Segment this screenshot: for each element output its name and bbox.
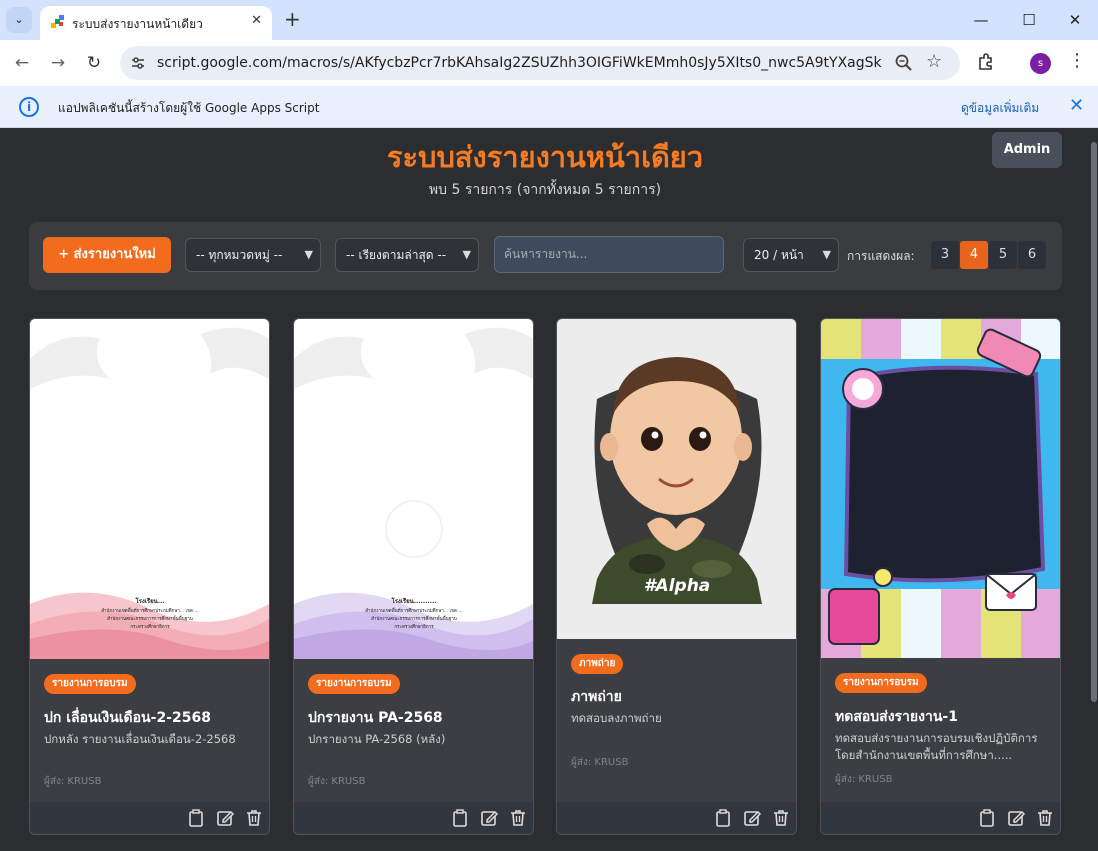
apps-script-info-bar: i แอปพลิเคชันนี้สร้างโดยผู้ใช้ Google Ap… — [0, 86, 1098, 128]
chevron-down-icon: ▼ — [462, 248, 471, 261]
info-bar-text: แอปพลิเคชันนี้สร้างโดยผู้ใช้ Google Apps… — [58, 101, 320, 115]
column-option-3[interactable]: 3 — [931, 241, 959, 269]
search-input[interactable]: ค้นหารายงาน... — [494, 236, 724, 273]
tab-title: ระบบส่งรายงานหน้าเดียว — [72, 17, 203, 31]
site-settings-icon[interactable] — [130, 55, 146, 71]
profile-avatar[interactable]: s — [1030, 53, 1051, 74]
new-report-button[interactable]: + ส่งรายงานใหม่ — [43, 237, 171, 273]
category-select-value: -- ทุกหมวดหมู่ -- — [196, 248, 283, 262]
edit-icon[interactable] — [479, 808, 499, 828]
browser-tab[interactable]: ระบบส่งรายงานหน้าเดียว ✕ — [40, 6, 272, 40]
edit-icon[interactable] — [742, 808, 762, 828]
extensions-puzzle-icon[interactable] — [976, 52, 996, 72]
info-bar-close-icon[interactable]: ✕ — [1069, 95, 1084, 116]
card-sender: ผู้ส่ง: KRUSB — [44, 776, 102, 787]
cover-school-line: โรงเรียน... — [134, 597, 164, 605]
delete-trash-icon[interactable] — [1035, 808, 1055, 828]
card-sender: ผู้ส่ง: KRUSB — [835, 774, 893, 785]
card-description: ทดสอบลงภาพถ่าย — [571, 711, 662, 725]
admin-button[interactable]: Admin — [992, 132, 1062, 168]
copy-icon[interactable] — [977, 808, 997, 828]
delete-trash-icon[interactable] — [244, 808, 264, 828]
report-photo-thumbnail[interactable]: #Alpha — [557, 319, 796, 639]
column-option-6[interactable]: 6 — [1018, 241, 1046, 269]
cover-school-line: โรงเรียน.......... — [390, 597, 436, 605]
cover-district-line: สำนักงานเขตพื้นที่การศึกษาประถมศึกษา... … — [101, 607, 199, 614]
cover-ministry-line: กระทรวงศึกษาธิการ — [394, 624, 434, 630]
window-minimize-icon[interactable]: — — [958, 8, 1004, 32]
sort-select[interactable]: -- เรียงตามล่าสุด -- ▼ — [335, 238, 479, 272]
column-option-4[interactable]: 4 — [960, 241, 988, 269]
card-description: ทดสอบส่งรายงานการอบรมเชิงปฏิบัติการ โดยส… — [835, 731, 1038, 762]
report-card[interactable]: โรงเรียน... สำนักงานเขตพื้นที่การศึกษาปร… — [29, 318, 270, 835]
card-actions — [821, 802, 1060, 834]
report-card[interactable]: โรงเรียน.......... สำนักงานเขตพื้นที่การ… — [293, 318, 534, 835]
card-title: ปก เลื่อนเงินเดือน-2-2568 — [44, 710, 211, 726]
reload-icon[interactable]: ↻ — [82, 51, 106, 75]
display-columns-label: การแสดงผล: — [847, 249, 915, 263]
per-page-select[interactable]: 20 / หน้า ▼ — [743, 238, 839, 272]
edit-icon[interactable] — [215, 808, 235, 828]
report-frame-thumbnail[interactable] — [821, 319, 1060, 658]
card-description: ปกรายงาน PA-2568 (หลัง) — [308, 732, 446, 746]
page-scrollbar-thumb[interactable] — [1091, 142, 1097, 702]
copy-icon[interactable] — [713, 808, 733, 828]
card-title: ทดสอบส่งรายงาน-1 — [835, 709, 958, 725]
card-description: ปกหลัง รายงานเลื่อนเงินเดือน-2-2568 — [44, 732, 236, 746]
card-title: ภาพถ่าย — [571, 689, 622, 705]
sort-select-value: -- เรียงตามล่าสุด -- — [346, 248, 447, 262]
category-badge: รายงานการอบรม — [835, 673, 927, 693]
card-sender: ผู้ส่ง: KRUSB — [571, 757, 629, 768]
learn-more-link[interactable]: ดูข้อมูลเพิ่มเติม — [961, 99, 1039, 118]
card-title: ปกรายงาน PA-2568 — [308, 710, 443, 726]
copy-icon[interactable] — [186, 808, 206, 828]
card-sender: ผู้ส่ง: KRUSB — [308, 776, 366, 787]
category-badge: รายงานการอบรม — [308, 674, 400, 694]
browser-menu-icon[interactable]: ⋮ — [1068, 50, 1086, 71]
address-bar[interactable]: script.google.com/macros/s/AKfycbzPcr7rb… — [120, 46, 960, 80]
cover-obec-line: สำนักงานคณะกรรมการการศึกษาขั้นพื้นฐาน — [371, 615, 457, 622]
cover-district-line: สำนักงานเขตพื้นที่การศึกษาประถมศึกษา... … — [365, 607, 463, 614]
report-cover-thumbnail[interactable]: โรงเรียน... สำนักงานเขตพื้นที่การศึกษาปร… — [30, 319, 269, 659]
window-close-icon[interactable]: ✕ — [1052, 8, 1098, 32]
window-maximize-icon[interactable]: ☐ — [1006, 8, 1052, 32]
tab-close-icon[interactable]: ✕ — [251, 13, 262, 28]
card-actions — [30, 802, 269, 834]
app-page: ระบบส่งรายงานหน้าเดียว พบ 5 รายการ (จากท… — [0, 128, 1090, 851]
browser-tab-bar: ⌄ ระบบส่งรายงานหน้าเดียว ✕ + — ☐ ✕ — [0, 0, 1098, 40]
card-actions — [294, 802, 533, 834]
report-cover-thumbnail[interactable]: โรงเรียน.......... สำนักงานเขตพื้นที่การ… — [294, 319, 533, 659]
report-card[interactable]: รายงานการอบรม ทดสอบส่งรายงาน-1 ทดสอบส่งร… — [820, 318, 1061, 835]
category-select[interactable]: -- ทุกหมวดหมู่ -- ▼ — [185, 238, 321, 272]
column-option-5[interactable]: 5 — [989, 241, 1017, 269]
new-tab-plus-icon[interactable]: + — [284, 8, 301, 30]
browser-toolbar: ← → ↻ script.google.com/macros/s/AKfycbz… — [0, 40, 1098, 86]
copy-icon[interactable] — [450, 808, 470, 828]
chevron-down-icon: ▼ — [304, 248, 313, 261]
forward-arrow-icon[interactable]: → — [46, 51, 70, 75]
cover-obec-line: สำนักงานคณะกรรมการการศึกษาขั้นพื้นฐาน — [107, 615, 193, 622]
result-count: พบ 5 รายการ (จากทั้งหมด 5 รายการ) — [428, 182, 662, 198]
filter-toolbar: + ส่งรายงานใหม่ -- ทุกหมวดหมู่ -- ▼ -- เ… — [29, 222, 1062, 290]
cover-ministry-line: กระทรวงศึกษาธิการ — [130, 624, 170, 630]
category-badge: รายงานการอบรม — [44, 674, 136, 694]
edit-icon[interactable] — [1006, 808, 1026, 828]
shirt-print: #Alpha — [644, 576, 711, 596]
bookmark-star-icon[interactable]: ☆ — [926, 51, 942, 72]
report-card[interactable]: #Alpha ภาพถ่าย ภาพถ่าย ทดสอบลงภาพถ่าย ผู… — [556, 318, 797, 835]
back-arrow-icon[interactable]: ← — [10, 51, 34, 75]
url-text[interactable]: script.google.com/macros/s/AKfycbzPcr7rb… — [157, 55, 882, 71]
apps-script-favicon-icon — [51, 15, 64, 28]
per-page-select-value: 20 / หน้า — [754, 248, 804, 262]
card-actions — [557, 802, 796, 834]
chevron-down-icon: ▼ — [822, 248, 831, 261]
tab-list-chevron-icon[interactable]: ⌄ — [6, 7, 32, 33]
category-badge: ภาพถ่าย — [571, 654, 624, 674]
zoom-icon[interactable] — [894, 53, 914, 73]
delete-trash-icon[interactable] — [771, 808, 791, 828]
page-title: ระบบส่งรายงานหน้าเดียว — [386, 140, 704, 174]
delete-trash-icon[interactable] — [508, 808, 528, 828]
info-icon: i — [19, 97, 39, 117]
